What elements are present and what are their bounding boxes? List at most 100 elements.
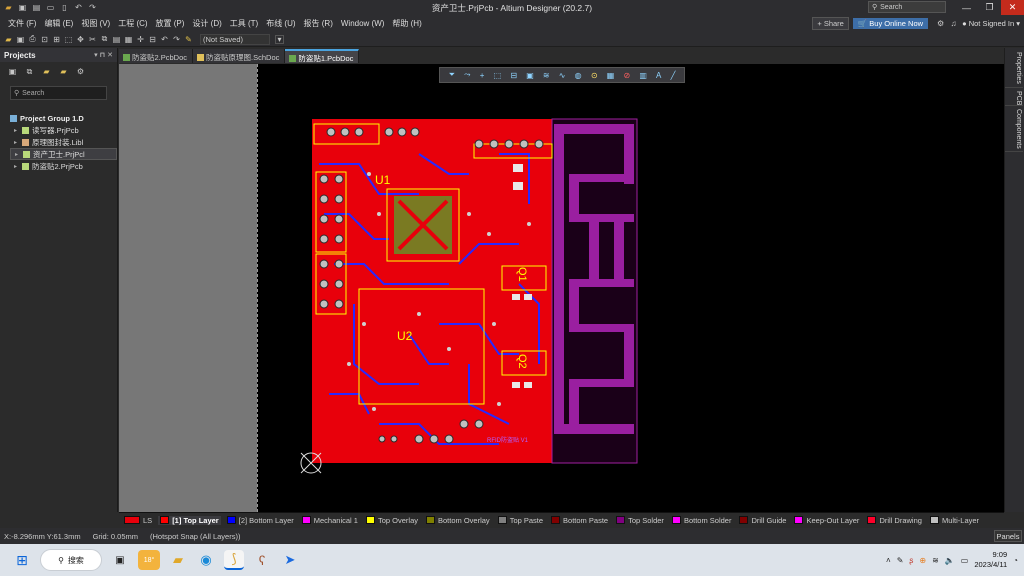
wand-icon[interactable]: ✎ [184,35,193,44]
projects-search-input[interactable]: ⚲ Search [10,86,107,100]
layer-drill-drawing[interactable]: Drill Drawing [865,516,924,525]
weather-icon[interactable]: 18° [138,550,160,570]
pad-icon[interactable]: ⊙ [591,71,598,80]
share-button[interactable]: + Share [812,17,849,30]
menu-place[interactable]: 放置 (P) [152,18,189,29]
save-icon[interactable]: ▣ [18,3,27,12]
via-icon[interactable]: ◍ [575,71,582,80]
layer-bottom-solder[interactable]: Bottom Solder [670,516,734,525]
diff-pair-icon[interactable]: ≋ [543,71,550,80]
layer-top-paste[interactable]: Top Paste [496,516,545,525]
battery-icon[interactable]: ▭ [961,556,969,565]
dimension-icon[interactable]: ▥ [639,71,647,80]
folder-icon[interactable]: ▰ [42,67,51,76]
search-input[interactable]: ⚲ Search [868,1,946,13]
zoom-fit-icon[interactable]: ⊡ [40,35,49,44]
minimize-button[interactable]: — [955,0,978,15]
volume-icon[interactable]: 🔈 [945,556,955,565]
save-all-icon[interactable]: ▤ [32,3,41,12]
toolbar-undo-icon[interactable]: ↶ [160,35,169,44]
variant-selector[interactable]: (Not Saved) [200,33,270,45]
chevron-up-icon[interactable]: ˄ [886,556,891,565]
menu-help[interactable]: 帮助 (H) [388,18,425,29]
notification-center-icon[interactable]: ◔ [1013,556,1018,565]
align-icon[interactable]: ⊟ [510,71,517,80]
pcb-editor-canvas[interactable]: U1 U2 Q1 Q2 RFID防盗贴 V1 ⏷ ⤳ + ⬚ ⊟ ▣ ≋ ∿ ◍… [119,64,1004,512]
move-icon[interactable]: ✥ [76,35,85,44]
tab-antitheft2-pcb[interactable]: 防盗贴2.PcbDoc [119,49,194,63]
open-project-icon[interactable]: ▯ [60,3,69,12]
rubber-stamp-icon[interactable]: ▦ [124,35,133,44]
undo-icon[interactable]: ↶ [74,3,83,12]
notification-icon[interactable]: ♫ [949,19,958,28]
taskbar-search[interactable]: ⚲ 搜索 [40,549,102,571]
task-view-icon[interactable]: ▣ [110,550,130,570]
zoom-area-icon[interactable]: ⊞ [52,35,61,44]
restore-button[interactable]: ❐ [978,0,1001,15]
line-icon[interactable]: ╱ [671,71,676,80]
open-icon[interactable]: ▭ [46,3,55,12]
project-gear-icon[interactable]: ⚙ [76,67,85,76]
pin-icon[interactable]: ▾ ⊓ ✕ [94,51,113,59]
tab-components[interactable]: Components [1005,106,1023,152]
cross-probe-icon[interactable]: ✛ [136,35,145,44]
taskbar-clock[interactable]: 9:09 2023/4/11 [974,550,1007,570]
folder-open-icon[interactable]: ▰ [59,67,68,76]
filter-icon[interactable]: ⏷ [449,70,455,80]
menu-edit[interactable]: 编辑 (E) [40,18,77,29]
layer-set-button[interactable]: LS [122,516,154,525]
layer-bottom-paste[interactable]: Bottom Paste [549,516,610,525]
cross-icon[interactable]: + [480,71,485,80]
pcb-board[interactable]: U1 U2 Q1 Q2 RFID防盗贴 V1 [119,64,1004,512]
buy-online-button[interactable]: 🛒 Buy Online Now [852,18,929,29]
layer-keep-out[interactable]: Keep-Out Layer [792,516,861,525]
polygon-icon[interactable]: ▦ [607,71,615,80]
print-icon[interactable]: ⎙ [28,34,37,44]
close-button[interactable]: ✕ [1001,0,1024,15]
open-file-icon[interactable]: ▰ [4,35,13,44]
redo-icon[interactable]: ↷ [88,3,97,12]
deselect-icon[interactable]: ⊟ [148,35,157,44]
menu-file[interactable]: 文件 (F) [4,18,40,29]
keepout-icon[interactable]: ⊘ [623,71,630,80]
pen-icon[interactable]: ✎ [897,556,904,565]
select-icon[interactable]: ⬚ [64,35,73,44]
paste-icon[interactable]: ▤ [112,35,121,44]
altium-app-icon[interactable]: ⟆ [224,550,244,570]
wps-icon[interactable]: ʂ [909,556,913,565]
tab-schematic[interactable]: 防盗贴原理图.SchDoc [193,49,286,63]
tree-item-asset-guard[interactable]: ▸ 资产卫士.PrjPcl [10,148,117,160]
tab-antitheft1-pcb[interactable]: 防盗贴1.PcbDoc [285,49,360,63]
layer-bottom-overlay[interactable]: Bottom Overlay [424,516,492,525]
feishu-app-icon[interactable]: ➤ [280,550,300,570]
component-icon[interactable]: ▣ [526,71,534,80]
menu-view[interactable]: 视图 (V) [77,18,114,29]
layer-top-overlay[interactable]: Top Overlay [364,516,420,525]
interactive-route-icon[interactable]: ⤳ [464,70,470,80]
wifi-icon[interactable]: ≋ [932,556,939,565]
text-icon[interactable]: A [656,71,661,80]
chevron-right-icon[interactable]: ▸ [14,127,20,134]
tab-properties[interactable]: Properties [1005,48,1023,88]
chevron-right-icon[interactable]: ▸ [15,151,21,158]
layer-mechanical-1[interactable]: Mechanical 1 [300,516,360,525]
chevron-right-icon[interactable]: ▸ [14,139,20,146]
file-explorer-icon[interactable]: ▰ [168,550,188,570]
toolbar-redo-icon[interactable]: ↷ [172,35,181,44]
menu-project[interactable]: 工程 (C) [114,18,151,29]
select-rect-icon[interactable]: ⬚ [494,71,502,80]
menu-route[interactable]: 布线 (U) [262,18,299,29]
layer-bottom[interactable]: [2] Bottom Layer [225,516,296,525]
gear-icon[interactable]: ⚙ [936,19,945,28]
windows-start-icon[interactable]: ⊞ [12,550,32,570]
tree-item-library[interactable]: ▸ 原理图封装.Libl [10,136,117,148]
chevron-right-icon[interactable]: ▸ [14,163,20,170]
compile-icon[interactable]: ⧉ [25,67,34,76]
account-menu[interactable]: ● Not Signed In ▾ [962,19,1020,28]
menu-design[interactable]: 设计 (D) [188,18,225,29]
menu-window[interactable]: Window (W) [337,19,389,28]
tab-pcb-panel[interactable]: PCB [1005,88,1023,106]
layer-multi[interactable]: Multi-Layer [928,516,981,525]
edge-browser-icon[interactable]: ◉ [196,550,216,570]
save-toolbar-icon[interactable]: ▣ [16,35,25,44]
